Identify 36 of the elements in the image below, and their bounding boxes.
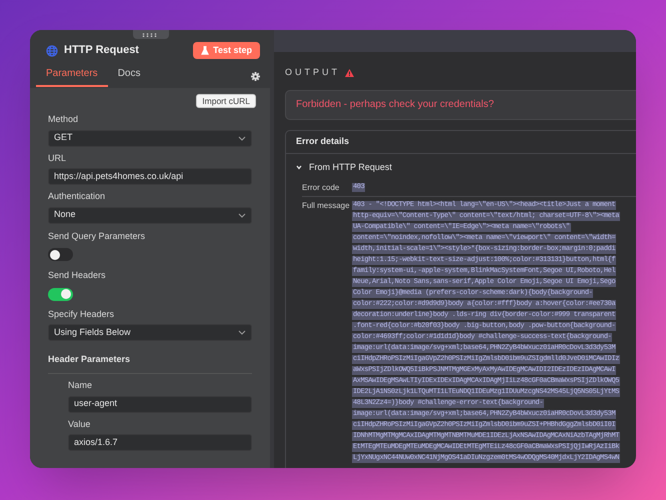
settings-icon[interactable]	[251, 72, 260, 81]
section-heading: From HTTP Request	[309, 160, 392, 174]
toggle-switch[interactable]	[48, 248, 73, 261]
input-field[interactable]: axios/1.6.7	[68, 434, 252, 451]
input-field[interactable]: user-agent	[68, 396, 252, 412]
card-title: Error details	[296, 134, 350, 148]
warning-icon	[345, 68, 354, 77]
tab[interactable]: Parameters	[36, 64, 108, 87]
field-label: Specify Headers	[48, 308, 116, 321]
import-curl-button[interactable]: Import cURL	[196, 94, 256, 108]
chevron-down-icon	[238, 136, 246, 140]
field-label: Method	[48, 113, 80, 126]
section-title: Header Parameters	[48, 354, 130, 364]
select-field[interactable]: GET	[48, 130, 252, 146]
flask-icon	[201, 46, 210, 55]
chevron-down-icon[interactable]	[296, 164, 302, 170]
field-label: Name	[68, 379, 94, 392]
tab[interactable]: Docs	[108, 64, 150, 87]
select-field[interactable]: Using Fields Below	[48, 324, 252, 341]
chevron-down-icon	[238, 212, 246, 218]
field-label: URL	[48, 152, 68, 164]
field-label: Send Headers	[48, 269, 107, 282]
row-label: Error code	[302, 182, 340, 193]
input-field[interactable]: https://api.pets4homes.co.uk/api	[48, 168, 252, 185]
output-title: OUTPUT	[285, 66, 340, 79]
globe-icon	[46, 44, 58, 56]
select-field[interactable]: None	[48, 206, 252, 224]
chevron-down-icon	[238, 330, 246, 335]
field-label: Value	[68, 418, 92, 430]
drag-handle[interactable]	[133, 30, 169, 39]
toggle-switch[interactable]	[48, 288, 73, 300]
error-banner: Forbidden - perhaps check your credentials?	[285, 90, 636, 120]
field-label: Send Query Parameters	[48, 230, 146, 243]
field-label: Authentication	[48, 190, 106, 203]
panel-title: HTTP Request	[64, 43, 139, 58]
row-label: Full message	[302, 200, 351, 212]
